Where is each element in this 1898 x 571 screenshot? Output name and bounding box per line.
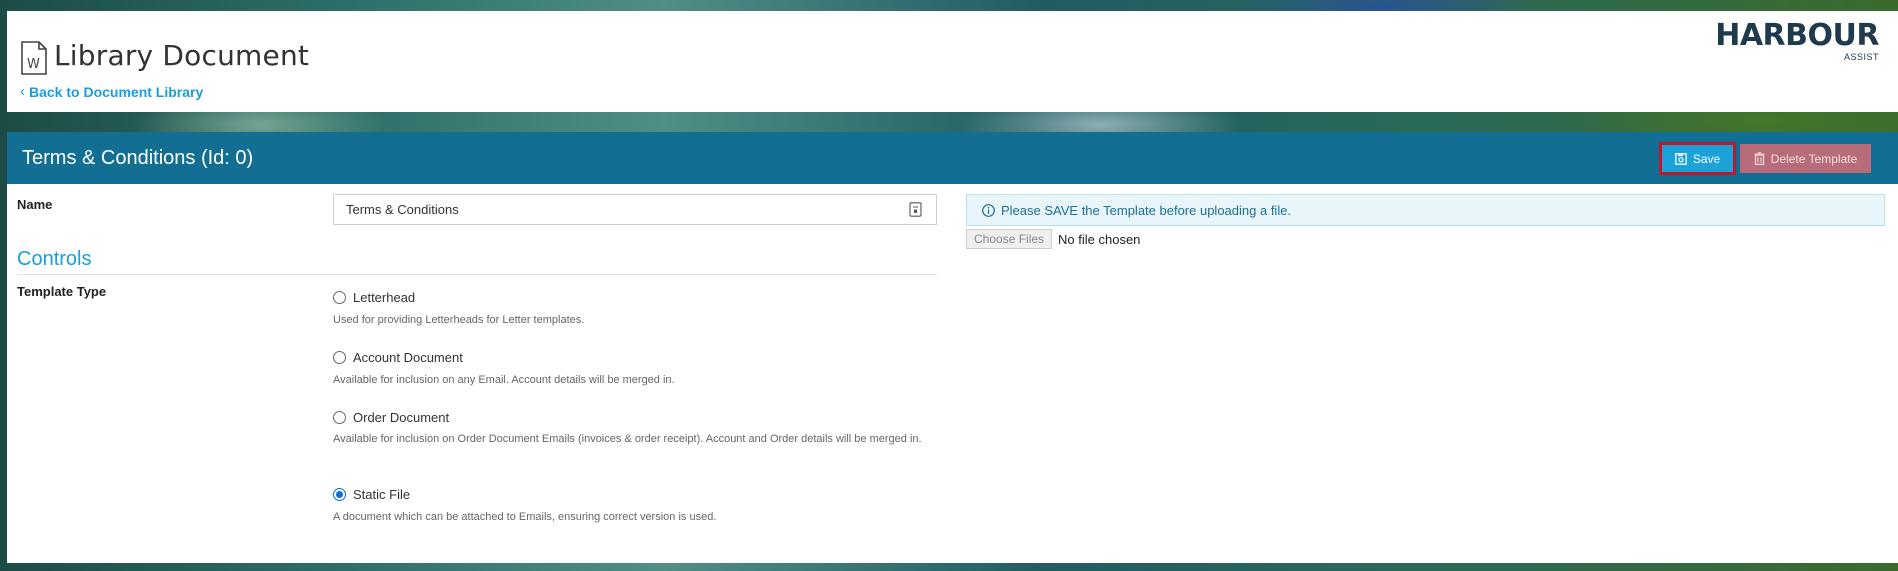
delete-template-button[interactable]: Delete Template [1740,144,1871,173]
radio-label-letterhead: Letterhead [353,290,416,305]
save-button-label: Save [1692,151,1721,166]
panel-header: Terms & Conditions (Id: 0) Save Delete T… [7,132,1898,184]
controls-section-title: Controls [17,248,92,270]
radio-order-document[interactable]: Order Document [333,410,449,425]
radio-label-static-file: Static File [353,487,411,502]
logo-sub-text: ASSIST [1843,52,1879,62]
info-circle-icon [982,203,995,217]
trash-icon [1754,152,1765,165]
radio-letterhead[interactable]: Letterhead [333,290,415,305]
back-link-label: Back to Document Library [29,83,204,100]
template-panel: Terms & Conditions (Id: 0) Save Delete T… [7,132,1898,563]
save-button[interactable]: Save [1659,142,1736,175]
help-account-document: Available for inclusion on any Email. Ac… [333,374,675,386]
delete-button-label: Delete Template [1770,151,1858,166]
page-title: Library Document [54,39,310,72]
radio-label-account-document: Account Document [353,350,463,365]
page-header: W Library Document ‹ Back to Document Li… [7,11,1898,112]
help-order-document: Available for inclusion on Order Documen… [333,433,922,445]
help-static-file: A document which can be attached to Emai… [333,511,717,523]
radio-button-selected[interactable] [333,488,346,501]
radio-button[interactable] [333,351,346,364]
logo-main-text: HARBOUR [1715,18,1879,53]
save-icon [1674,152,1687,165]
radio-label-order-document: Order Document [353,410,450,425]
back-to-library-link[interactable]: ‹ Back to Document Library [20,83,203,100]
harbour-assist-logo: HARBOUR ASSIST [1715,18,1879,63]
field-helper-icon[interactable] [909,202,922,217]
chevron-left-icon: ‹ [20,83,25,100]
radio-account-document[interactable]: Account Document [333,350,463,365]
template-type-label: Template Type [17,284,107,299]
upload-info-alert: Please SAVE the Template before uploadin… [966,194,1885,226]
word-document-icon: W [21,41,47,75]
no-file-text: No file chosen [1058,231,1141,247]
panel-title: Terms & Conditions (Id: 0) [22,147,254,169]
radio-static-file[interactable]: Static File [333,487,410,502]
radio-button[interactable] [333,411,346,424]
name-label: Name [17,197,53,212]
help-letterhead: Used for providing Letterheads for Lette… [333,314,585,326]
radio-button[interactable] [333,291,346,304]
choose-files-button[interactable]: Choose Files [966,229,1053,249]
alert-text: Please SAVE the Template before uploadin… [1001,202,1292,218]
section-divider [17,274,937,275]
name-input[interactable] [333,194,937,225]
doc-icon-letter: W [27,57,40,72]
file-upload: Choose Files No file chosen [966,229,1140,249]
